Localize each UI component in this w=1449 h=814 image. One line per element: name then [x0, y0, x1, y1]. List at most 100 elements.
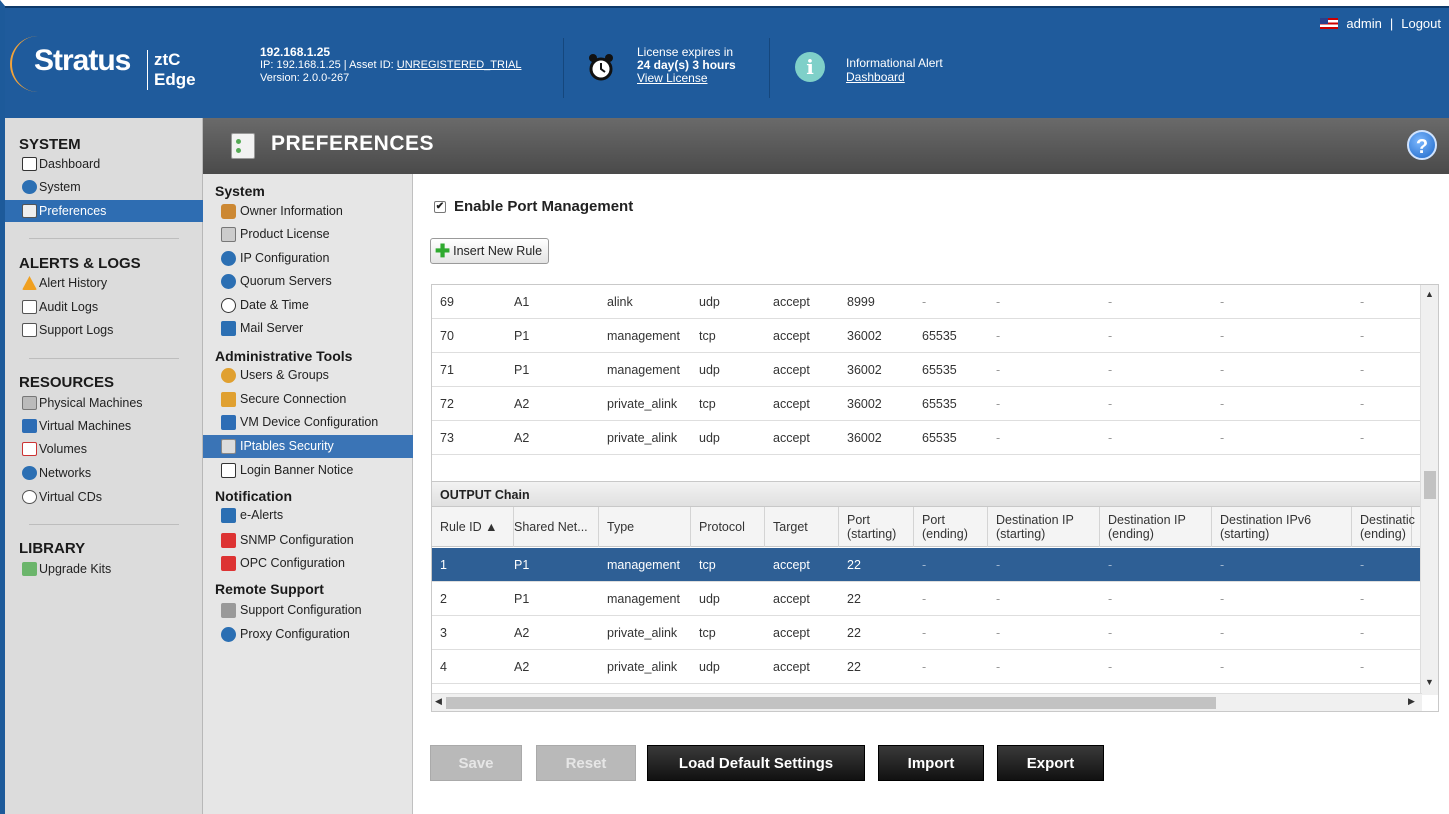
column-header[interactable]: Target — [765, 507, 839, 547]
nav-item-support-logs[interactable]: Support Logs — [5, 319, 203, 341]
subnav-support-configuration[interactable]: Support Configuration — [203, 599, 413, 622]
table-cell: accept — [773, 660, 810, 674]
table-row[interactable]: 4 A2 private_alink udp accept 22 - - - - - — [432, 650, 1420, 684]
table-cell: - — [1108, 329, 1113, 343]
column-header[interactable]: Protocol — [691, 507, 765, 547]
table-cell: 72 — [440, 397, 454, 411]
table-cell: - — [996, 363, 1001, 377]
column-header[interactable]: Destination IP (starting) — [988, 507, 1100, 547]
table-row[interactable]: 70 P1 management tcp accept 36002 65535 - - - - — [432, 319, 1420, 353]
column-header[interactable]: Port (starting) — [839, 507, 914, 547]
table-cell: 22 — [847, 626, 861, 640]
column-header[interactable]: Shared Net... — [506, 507, 599, 547]
nav-section-system: SYSTEM — [19, 136, 81, 153]
table-row[interactable]: 2 P1 management udp accept 22 - - - - - — [432, 582, 1420, 616]
ip-asset-line: IP: 192.168.1.25 | Asset ID: UNREGISTERE… — [260, 59, 521, 72]
horizontal-scroll-thumb[interactable] — [446, 697, 1216, 709]
table-cell: - — [1360, 363, 1365, 377]
nav-item-volumes[interactable]: Volumes — [5, 438, 203, 460]
nav-item-dashboard[interactable]: Dashboard — [5, 153, 203, 175]
table-cell: - — [996, 558, 1001, 572]
asset-id-link[interactable]: UNREGISTERED_TRIAL — [397, 59, 522, 71]
table-cell: - — [1220, 558, 1225, 572]
subnav-secure-connection[interactable]: Secure Connection — [203, 388, 413, 411]
table-cell: - — [1108, 431, 1113, 445]
subnav-section-notification: Notification — [215, 488, 292, 504]
subnav-users-groups[interactable]: Users & Groups — [203, 364, 413, 387]
table-cell: - — [1108, 363, 1113, 377]
enable-port-management-checkbox[interactable]: ✔ — [434, 200, 446, 213]
subnav-proxy-configuration[interactable]: Proxy Configuration — [203, 623, 413, 646]
subnav-vm-device-configuration[interactable]: VM Device Configuration — [203, 411, 413, 434]
nav-item-alert-history[interactable]: Alert History — [5, 272, 203, 294]
help-button[interactable]: ? — [1407, 130, 1437, 160]
opc-icon — [221, 556, 236, 571]
table-cell: 22 — [847, 592, 861, 606]
table-row[interactable]: 69 A1 alink udp accept 8999 - - - - - — [432, 285, 1420, 319]
subnav-ip-configuration[interactable]: IP Configuration — [203, 247, 413, 270]
table-row[interactable]: 1 P1 management tcp accept 22 - - - - - — [432, 548, 1420, 582]
nav-item-virtual-cds[interactable]: Virtual CDs — [5, 486, 203, 508]
nav-item-physical-machines[interactable]: Physical Machines — [5, 392, 203, 414]
vertical-scroll-thumb[interactable] — [1424, 471, 1436, 499]
subnav-e-alerts[interactable]: e-Alerts — [203, 504, 413, 527]
table-cell: accept — [773, 592, 810, 606]
table-row[interactable]: 3 A2 private_alink tcp accept 22 - - - - - — [432, 616, 1420, 650]
us-flag-icon[interactable] — [1320, 18, 1339, 29]
enable-port-management[interactable]: ✔ Enable Port Management — [434, 198, 633, 215]
subnav-mail-server[interactable]: Mail Server — [203, 317, 413, 340]
nav-item-system[interactable]: System — [5, 176, 203, 198]
alert-dashboard-link[interactable]: Dashboard — [846, 70, 905, 84]
column-header[interactable]: Destination IPv6 (starting) — [1212, 507, 1352, 547]
lock-icon — [221, 439, 236, 454]
table-cell: 36002 — [847, 397, 882, 411]
nav-item-virtual-machines[interactable]: Virtual Machines — [5, 415, 203, 437]
column-header[interactable]: Rule ID ▲ — [432, 507, 514, 547]
export-button[interactable]: Export — [997, 745, 1104, 781]
save-button[interactable]: Save — [430, 745, 522, 781]
logout-link[interactable]: Logout — [1401, 16, 1441, 31]
import-button[interactable]: Import — [878, 745, 984, 781]
table-cell: udp — [699, 592, 720, 606]
subnav-product-license[interactable]: Product License — [203, 223, 413, 246]
table-row[interactable]: 73 A2 private_alink udp accept 36002 65535 - - - - — [432, 421, 1420, 455]
username[interactable]: admin — [1346, 16, 1381, 31]
nav-item-networks[interactable]: Networks — [5, 462, 203, 484]
column-header[interactable]: Type — [599, 507, 691, 547]
table-cell: - — [1360, 397, 1365, 411]
insert-new-rule-button[interactable]: ✚ Insert New Rule — [430, 238, 550, 264]
table-cell: A2 — [514, 626, 530, 640]
subnav-date-time[interactable]: Date & Time — [203, 294, 413, 317]
scroll-right-arrow-icon[interactable]: ▶ — [1408, 696, 1415, 707]
horizontal-scrollbar[interactable]: ◀ ▶ — [432, 693, 1422, 711]
scroll-down-arrow-icon[interactable]: ▼ — [1425, 677, 1434, 687]
subnav-label: Users & Groups — [240, 368, 329, 382]
subnav-quorum-servers[interactable]: Quorum Servers — [203, 270, 413, 293]
subnav-owner-information[interactable]: Owner Information — [203, 200, 413, 223]
nav-item-upgrade-kits[interactable]: Upgrade Kits — [5, 558, 203, 580]
table-cell: - — [1220, 295, 1225, 309]
table-row[interactable]: 72 A2 private_alink tcp accept 36002 65535 - - - - — [432, 387, 1420, 421]
column-header[interactable]: Destinatic (ending) — [1352, 507, 1415, 547]
table-cell: tcp — [699, 329, 716, 343]
scroll-left-arrow-icon[interactable]: ◀ — [435, 696, 442, 707]
header-separator — [563, 38, 564, 98]
subnav-snmp-configuration[interactable]: SNMP Configuration — [203, 529, 413, 552]
table-cell: - — [1360, 660, 1365, 674]
nav-item-preferences[interactable]: Preferences — [5, 200, 203, 222]
globe-icon — [221, 627, 236, 642]
nav-item-audit-logs[interactable]: Audit Logs — [5, 296, 203, 318]
column-header[interactable]: Port (ending) — [914, 507, 988, 547]
load-default-settings-button[interactable]: Load Default Settings — [647, 745, 865, 781]
reset-button[interactable]: Reset — [536, 745, 636, 781]
column-header[interactable]: Destination IP (ending) — [1100, 507, 1212, 547]
output-column-headers: Rule ID ▲ Shared Net... Type Protocol Target… — [432, 507, 1420, 547]
subnav-opc-configuration[interactable]: OPC Configuration — [203, 552, 413, 575]
view-license-link[interactable]: View License — [637, 71, 708, 85]
subnav-label: IP Configuration — [240, 251, 330, 265]
subnav-login-banner-notice[interactable]: Login Banner Notice — [203, 459, 413, 482]
vertical-scrollbar[interactable]: ▲ ▼ — [1420, 285, 1438, 695]
subnav-iptables-security[interactable]: IPtables Security — [203, 435, 413, 458]
table-row[interactable]: 71 P1 management udp accept 36002 65535 - - - - — [432, 353, 1420, 387]
scroll-up-arrow-icon[interactable]: ▲ — [1425, 289, 1434, 299]
